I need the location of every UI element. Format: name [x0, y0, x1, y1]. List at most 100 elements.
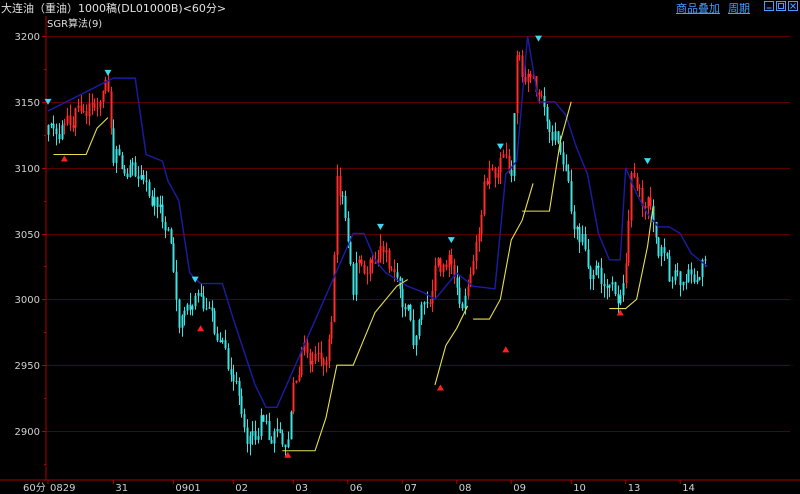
- down-candle: [660, 247, 663, 257]
- x-tick-label: 03: [295, 483, 308, 494]
- sell-signal-marker: [447, 237, 455, 244]
- down-candle: [265, 421, 268, 423]
- up-candle: [93, 103, 96, 109]
- down-candle: [216, 333, 219, 341]
- up-candle: [102, 90, 105, 102]
- down-candle: [595, 265, 598, 276]
- up-candle: [363, 264, 366, 274]
- up-candle: [445, 264, 448, 268]
- up-candle: [69, 115, 72, 126]
- down-candle: [153, 197, 156, 206]
- down-candle: [401, 288, 404, 308]
- down-candle: [409, 304, 412, 321]
- sell-signal-marker: [104, 69, 112, 76]
- x-tick-label: 14: [682, 483, 695, 494]
- down-candle: [221, 340, 224, 343]
- down-candle: [614, 282, 617, 295]
- up-candle: [371, 259, 374, 263]
- up-candle: [317, 352, 320, 354]
- down-candle: [202, 296, 205, 309]
- down-candle: [273, 431, 276, 444]
- up-candle: [488, 168, 491, 185]
- up-candle: [300, 351, 303, 375]
- up-candle: [333, 254, 336, 322]
- up-candle: [306, 342, 309, 353]
- up-candle: [325, 361, 328, 366]
- down-candle: [240, 395, 243, 415]
- minimize-icon[interactable]: [764, 1, 774, 11]
- down-candle: [458, 287, 461, 304]
- down-candle: [281, 433, 284, 445]
- up-candle: [499, 157, 502, 173]
- down-candle: [251, 431, 254, 436]
- down-candle: [200, 293, 203, 297]
- down-candle: [186, 304, 189, 311]
- down-candle: [606, 286, 609, 288]
- title-bar: 大连油（重油）1000稿(DL01000B)<60分> 商品叠加 周期: [0, 0, 800, 16]
- up-candle: [82, 110, 85, 112]
- down-candle: [126, 173, 129, 178]
- up-candle: [638, 187, 641, 189]
- up-candle: [467, 286, 470, 296]
- up-candle: [336, 175, 339, 255]
- up-candle: [99, 101, 102, 108]
- up-candle: [538, 92, 541, 96]
- down-candle: [112, 128, 115, 163]
- down-candle: [674, 270, 677, 281]
- down-candle: [121, 155, 124, 170]
- up-candle: [505, 154, 508, 156]
- y-tick-label: 3150: [15, 98, 40, 109]
- down-candle: [58, 134, 61, 139]
- down-candle: [260, 415, 263, 437]
- up-candle: [494, 168, 497, 178]
- indicator-label: SGR算法(9): [47, 19, 103, 30]
- down-candle: [290, 411, 293, 440]
- overlay-instrument-link[interactable]: 商品叠加: [676, 0, 720, 16]
- down-candle: [118, 149, 121, 156]
- x-tick-label: 09: [513, 483, 526, 494]
- down-candle: [671, 280, 674, 282]
- down-candle: [676, 270, 679, 272]
- down-candle: [355, 262, 358, 295]
- down-candle: [181, 315, 184, 328]
- up-candle: [74, 108, 77, 128]
- up-candle: [633, 173, 636, 177]
- down-candle: [191, 306, 194, 310]
- down-candle: [194, 295, 197, 307]
- period-link[interactable]: 周期: [728, 0, 750, 16]
- down-candle: [696, 279, 699, 283]
- down-candle: [404, 307, 407, 310]
- down-candle: [461, 303, 464, 309]
- up-candle: [91, 103, 94, 105]
- up-candle: [328, 338, 331, 362]
- up-candle: [434, 265, 437, 291]
- down-candle: [548, 121, 551, 132]
- down-candle: [554, 131, 557, 141]
- down-candle: [562, 152, 565, 165]
- down-candle: [546, 106, 549, 122]
- down-candle: [279, 428, 282, 434]
- down-candle: [284, 444, 287, 448]
- down-candle: [619, 295, 622, 304]
- sell-signal-marker: [376, 223, 384, 230]
- down-candle: [268, 421, 271, 440]
- down-candle: [219, 340, 222, 343]
- y-tick-label: 3100: [15, 164, 40, 175]
- x-tick-label: 13: [628, 483, 641, 494]
- up-candle: [379, 246, 382, 259]
- up-candle: [77, 105, 80, 109]
- up-candle: [475, 241, 478, 261]
- down-candle: [145, 180, 148, 183]
- up-candle: [649, 197, 652, 206]
- maximize-icon[interactable]: [776, 1, 786, 11]
- down-candle: [668, 256, 671, 282]
- down-candle: [55, 128, 58, 135]
- y-tick-label: 3000: [15, 295, 40, 306]
- down-candle: [235, 380, 238, 382]
- down-candle: [137, 176, 140, 179]
- up-candle: [480, 214, 483, 234]
- down-candle: [513, 113, 516, 176]
- close-icon[interactable]: [788, 1, 798, 11]
- up-candle: [442, 264, 445, 273]
- down-candle: [603, 283, 606, 287]
